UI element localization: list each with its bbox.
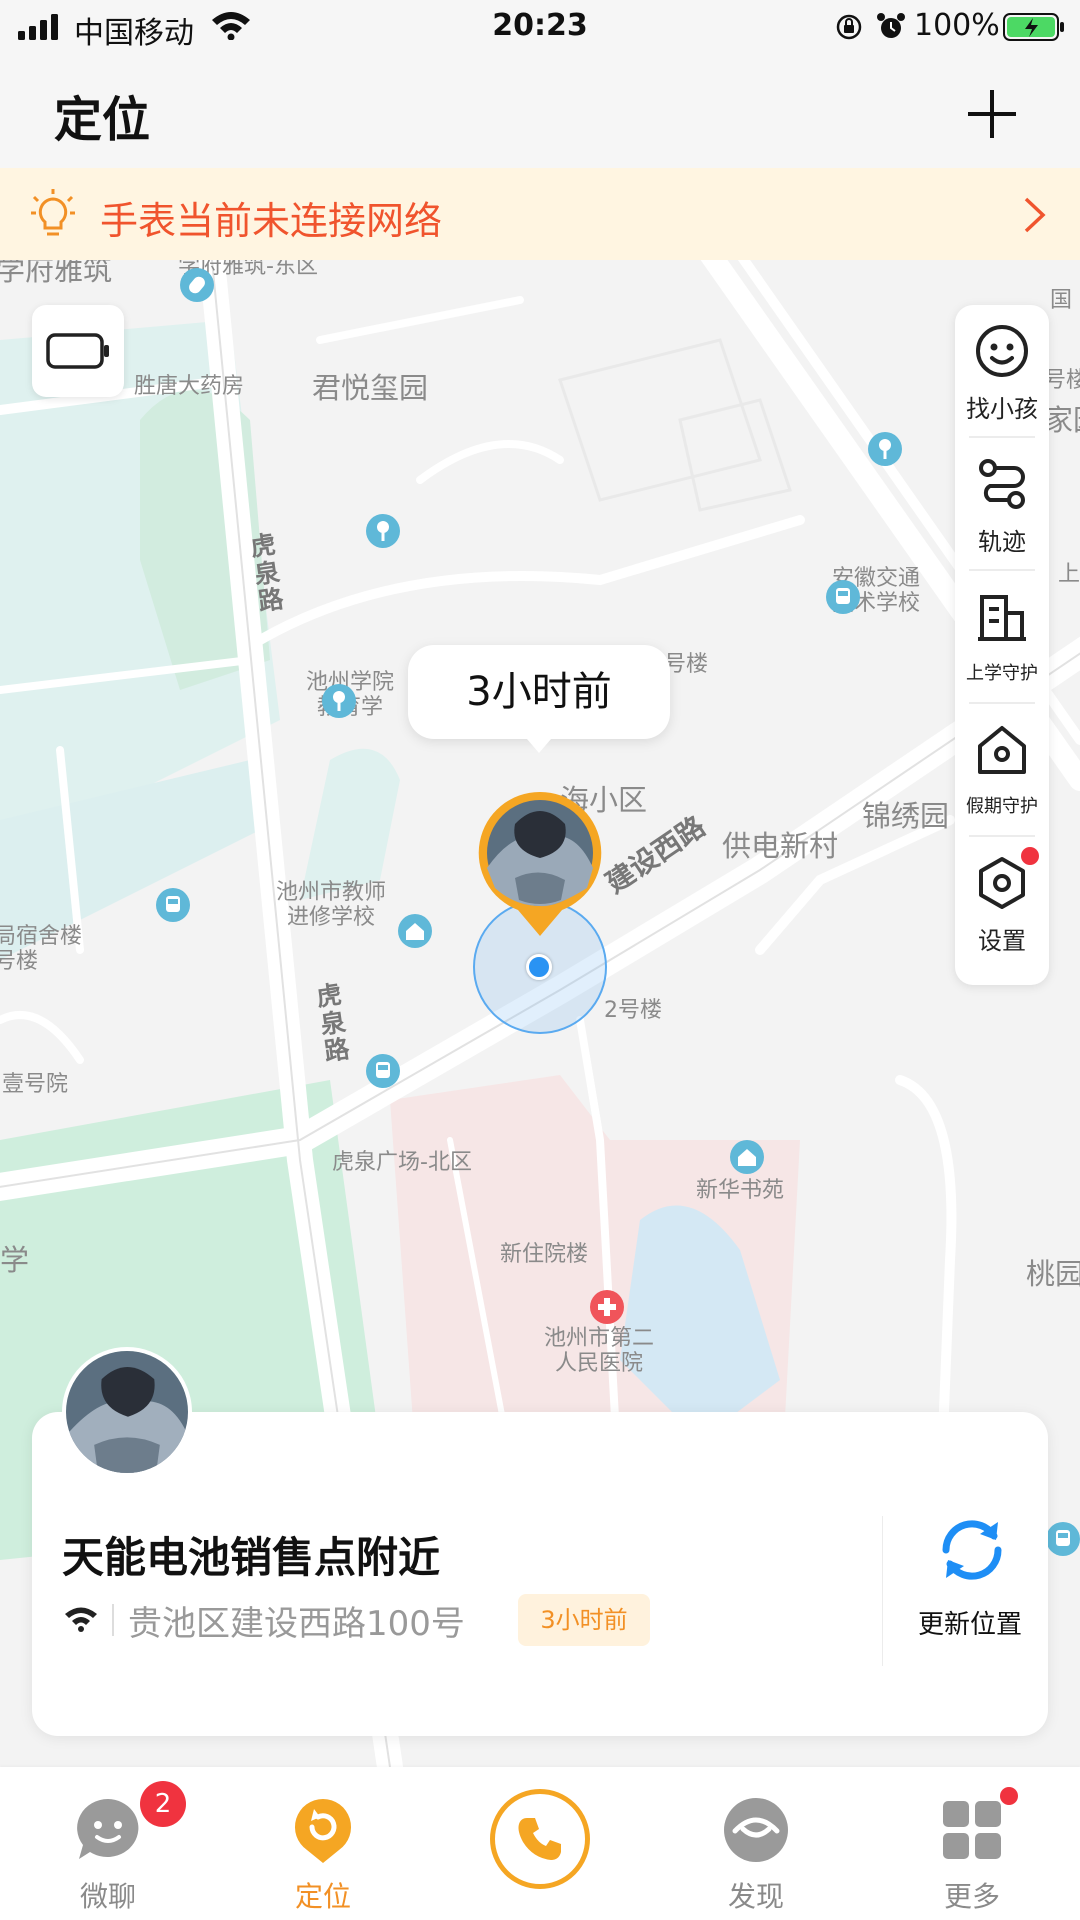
map-label: 新华书苑 <box>696 1178 785 1203</box>
map-label: 池州市第二 人民医院 <box>544 1326 655 1377</box>
tab-label: 定位 <box>294 1880 351 1913</box>
map-tools-panel: 找小孩 轨迹 上学守护 假期守护 设置 <box>955 305 1049 985</box>
wifi-icon <box>65 1607 97 1632</box>
update-location-label: 更新位置 <box>917 1610 1022 1640</box>
location-address: 贵池区建设西路100号 <box>128 1604 465 1644</box>
settings-button[interactable]: 设置 <box>955 837 1049 970</box>
chevron-right-icon <box>1024 197 1046 233</box>
tab-more[interactable]: 更多 <box>872 1767 1072 1920</box>
map-label: 国 <box>1050 288 1073 313</box>
map-label: 家园 <box>1044 403 1080 437</box>
map-label: 胜唐大药房 <box>134 374 245 399</box>
divider <box>882 1516 883 1666</box>
map-label: 池州市教师 进修学校 <box>276 880 387 931</box>
tab-discover[interactable]: 发现 <box>656 1767 856 1920</box>
tool-label: 假期守护 <box>966 796 1038 817</box>
notification-dot <box>1000 1787 1018 1805</box>
tab-label: 微聊 <box>79 1880 136 1913</box>
battery-percent: 100% <box>914 8 1000 43</box>
map-label: 供电新村 <box>722 829 839 863</box>
child-avatar[interactable] <box>62 1347 192 1477</box>
pharmacy-poi-icon[interactable] <box>180 268 214 302</box>
track-button[interactable]: 轨迹 <box>955 438 1049 571</box>
last-update-bubble: 3小时前 <box>408 645 670 753</box>
map-label: 锦绣园 <box>862 799 950 833</box>
map-label: 2号楼 <box>604 998 662 1023</box>
residence-poi-icon[interactable] <box>398 914 432 948</box>
call-button[interactable] <box>490 1789 590 1889</box>
hospital-poi-icon[interactable] <box>590 1290 624 1324</box>
refresh-icon <box>942 1520 1002 1580</box>
child-avatar-pin[interactable] <box>475 788 605 948</box>
map-label: 桃园 <box>1026 1257 1080 1291</box>
home-shield-icon <box>978 726 1026 774</box>
map-label: 君悦玺园 <box>312 371 429 405</box>
bus-stop-icon[interactable] <box>826 580 860 614</box>
map-label: 上林 <box>1058 562 1080 587</box>
network-warning-banner[interactable]: 手表当前未连接网络 <box>0 168 1080 260</box>
school-building-icon <box>978 595 1026 641</box>
map-label: 学府雅筑 <box>0 260 113 287</box>
unread-badge: 2 <box>140 1781 186 1827</box>
map-label: 号楼 <box>1044 368 1080 393</box>
tab-chat[interactable]: 2 微聊 <box>8 1767 208 1920</box>
settings-hexagon-icon <box>979 857 1025 909</box>
notification-dot <box>1021 847 1039 865</box>
grid-apps-icon <box>943 1801 1001 1859</box>
school-poi-icon[interactable] <box>868 432 902 466</box>
add-button[interactable] <box>962 84 1022 144</box>
bottom-tab-bar: 2 微聊 定位 发现 更多 <box>0 1767 1080 1920</box>
phone-icon <box>518 1818 561 1860</box>
lightbulb-icon <box>31 189 75 236</box>
watch-battery-button[interactable] <box>32 305 124 397</box>
route-icon <box>979 459 1025 509</box>
tab-location[interactable]: 定位 <box>223 1767 423 1920</box>
bus-stop-icon[interactable] <box>156 888 190 922</box>
find-child-button[interactable]: 找小孩 <box>955 305 1049 438</box>
rotation-lock-icon <box>836 14 862 40</box>
tool-label: 设置 <box>978 927 1026 955</box>
network-warning-text: 手表当前未连接网络 <box>100 199 443 243</box>
school-guard-button[interactable]: 上学守护 <box>955 571 1049 704</box>
status-bar: 中国移动 20:23 100% <box>0 0 1080 54</box>
location-name: 天能电池销售点附近 <box>62 1533 441 1582</box>
map-label: 新住院楼 <box>500 1242 589 1267</box>
bus-stop-icon[interactable] <box>1046 1522 1080 1556</box>
battery-icon <box>46 333 109 369</box>
smiley-icon <box>976 325 1028 377</box>
update-location-button[interactable]: 更新位置 <box>902 1512 1038 1652</box>
location-info-card: 天能电池销售点附近 贵池区建设西路100号 3小时前 更新位置 <box>32 1412 1048 1736</box>
location-dot <box>526 954 552 980</box>
tool-label: 找小孩 <box>966 395 1038 423</box>
holiday-guard-button[interactable]: 假期守护 <box>955 704 1049 837</box>
map-label: 局宿舍楼 号楼 <box>0 924 83 975</box>
map-label: 号楼 <box>664 652 709 677</box>
chat-face-icon <box>77 1799 139 1859</box>
bus-stop-icon[interactable] <box>366 1054 400 1088</box>
map-label: 学 <box>0 1243 30 1277</box>
tab-label: 发现 <box>727 1880 784 1913</box>
location-pin-icon <box>294 1799 352 1863</box>
map-label: 虎泉广场-北区 <box>332 1150 472 1175</box>
school-poi-icon[interactable] <box>366 514 400 548</box>
tool-label: 轨迹 <box>978 528 1026 556</box>
tool-label: 上学守护 <box>966 663 1038 684</box>
divider <box>112 1604 114 1636</box>
page-title: 定位 <box>54 92 151 148</box>
school-poi-icon[interactable] <box>322 684 356 718</box>
top-header: 定位 <box>0 54 1080 168</box>
tab-label: 更多 <box>943 1880 1000 1913</box>
residence-poi-icon[interactable] <box>730 1140 764 1174</box>
alarm-icon <box>877 13 905 38</box>
battery-charging-icon <box>1003 13 1064 41</box>
map-label: 壹号院 <box>2 1072 69 1097</box>
discover-eye-icon <box>724 1798 788 1862</box>
time-tag: 3小时前 <box>518 1594 650 1646</box>
